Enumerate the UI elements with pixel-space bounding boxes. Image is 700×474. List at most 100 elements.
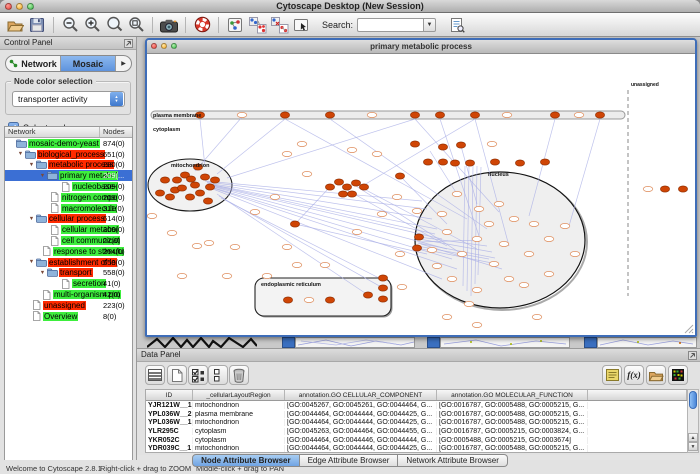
network-node-unselected[interactable] (472, 322, 482, 327)
network-node-unselected[interactable] (372, 151, 382, 156)
new-view-from-selection-icon[interactable] (268, 14, 290, 35)
network-node-selected[interactable] (378, 285, 387, 291)
select-attributes-icon[interactable] (188, 365, 208, 385)
background-window-fragment[interactable] (427, 337, 440, 348)
network-node-unselected[interactable] (352, 229, 362, 234)
network-node-unselected[interactable] (447, 276, 457, 281)
disclosure-triangle[interactable]: ▼ (38, 173, 47, 179)
layout-network-icon[interactable] (224, 14, 246, 35)
network-node-selected[interactable] (395, 173, 404, 179)
table-row[interactable]: YDR039C__1mitochondrion[GO:0044464, GO:0… (146, 444, 687, 453)
table-row[interactable]: YKR052Ccytoplasm[GO:0044464, GO:0044446,… (146, 436, 687, 445)
table-column-header[interactable]: _cellularLayoutRegion (193, 390, 285, 400)
network-node-unselected[interactable] (452, 191, 462, 196)
network-node-selected[interactable] (450, 160, 459, 166)
attribute-table[interactable]: ID_cellularLayoutRegionannotation.GO CEL… (145, 389, 688, 453)
network-node-unselected[interactable] (167, 230, 177, 235)
network-node-selected[interactable] (172, 177, 181, 183)
network-node-unselected[interactable] (237, 112, 247, 117)
float-panel-icon[interactable] (688, 351, 697, 360)
table-column-header[interactable]: annotation.GO CELLULAR_COMPONENT (285, 390, 437, 400)
network-node-selected[interactable] (465, 160, 474, 166)
network-node-unselected[interactable] (643, 186, 653, 191)
network-node-selected[interactable] (210, 177, 219, 183)
network-node-selected[interactable] (435, 112, 444, 118)
tree-row[interactable]: nitrogen compo209(0) (5, 192, 132, 203)
tree-row[interactable]: ▼primary metabol209(... (5, 170, 132, 181)
network-node-selected[interactable] (378, 296, 387, 302)
network-node-unselected[interactable] (297, 141, 307, 146)
tree-row[interactable]: secretion41(0) (5, 278, 132, 289)
network-node-unselected[interactable] (474, 206, 484, 211)
zoom-fit-icon[interactable] (103, 14, 125, 35)
network-node-unselected[interactable] (457, 251, 467, 256)
table-column-header[interactable]: annotation.GO MOLECULAR_FUNCTION (437, 390, 588, 400)
network-node-unselected[interactable] (432, 263, 442, 268)
network-node-selected[interactable] (290, 221, 299, 227)
network-node-selected[interactable] (325, 112, 334, 118)
network-node-selected[interactable] (660, 186, 669, 192)
network-node-unselected[interactable] (282, 151, 292, 156)
search-dropdown-arrow[interactable]: ▼ (423, 18, 436, 32)
network-node-unselected[interactable] (320, 262, 330, 267)
network-node-selected[interactable] (338, 191, 347, 197)
table-column-header[interactable]: ID (146, 390, 193, 400)
network-node-selected[interactable] (378, 275, 387, 281)
search-options-icon[interactable] (446, 14, 468, 35)
network-node-selected[interactable] (470, 112, 479, 118)
scrollbar-thumb[interactable] (689, 391, 697, 409)
network-node-unselected[interactable] (484, 221, 494, 226)
network-node-selected[interactable] (550, 112, 559, 118)
tree-row[interactable]: multi-organism pro42(0) (5, 289, 132, 300)
network-canvas[interactable]: plasma membranecytoplasmmitochondrionnuc… (147, 54, 695, 335)
disclosure-triangle[interactable]: ▼ (16, 151, 25, 157)
table-row[interactable]: YLR295Ccytoplasm[GO:0045263, GO:0044464,… (146, 427, 687, 436)
snapshot-camera-icon[interactable] (158, 14, 180, 35)
network-node-unselected[interactable] (442, 229, 452, 234)
network-node-selected[interactable] (195, 190, 204, 196)
save-icon[interactable] (26, 14, 48, 35)
zoom-out-icon[interactable] (59, 14, 81, 35)
network-node-unselected[interactable] (262, 273, 272, 278)
network-node-unselected[interactable] (574, 112, 584, 117)
new-network-from-selection-icon[interactable] (246, 14, 268, 35)
network-canvas-svg[interactable]: plasma membranecytoplasmmitochondrionnuc… (147, 54, 695, 335)
network-node-selected[interactable] (414, 234, 423, 240)
table-row[interactable]: YPL036W__1mitochondrion[GO:0044464, GO:0… (146, 418, 687, 427)
network-node-selected[interactable] (438, 144, 447, 150)
tree-row[interactable]: unassigned223(0) (5, 300, 132, 311)
network-node-selected[interactable] (438, 159, 447, 165)
network-node-unselected[interactable] (524, 251, 534, 256)
network-node-unselected[interactable] (570, 251, 580, 256)
disclosure-triangle[interactable]: ▼ (27, 162, 36, 168)
network-node-selected[interactable] (351, 180, 360, 186)
network-node-selected[interactable] (160, 177, 169, 183)
network-node-unselected[interactable] (544, 271, 554, 276)
open-file-icon[interactable] (4, 14, 26, 35)
tree-row[interactable]: ▼metabolic process280(0) (5, 160, 132, 171)
network-node-unselected[interactable] (427, 247, 437, 252)
network-node-unselected[interactable] (464, 301, 474, 306)
disclosure-triangle[interactable]: ▼ (27, 259, 36, 265)
background-window-fragment[interactable] (584, 337, 597, 348)
network-node-unselected[interactable] (519, 282, 529, 287)
zoom-in-icon[interactable] (81, 14, 103, 35)
network-node-selected[interactable] (280, 112, 289, 118)
window-resize-grip[interactable] (684, 324, 694, 334)
tree-row[interactable]: Overview8(0) (5, 311, 132, 322)
network-node-unselected[interactable] (509, 216, 519, 221)
tab-network-attribute-browser[interactable]: Network Attribute Browser (398, 454, 507, 467)
network-node-unselected[interactable] (367, 112, 377, 117)
network-node-selected[interactable] (595, 112, 604, 118)
network-node-selected[interactable] (186, 176, 195, 182)
network-node-unselected[interactable] (504, 276, 514, 281)
network-node-selected[interactable] (490, 159, 499, 165)
network-node-unselected[interactable] (397, 284, 407, 289)
help-lifesaver-icon[interactable] (191, 14, 213, 35)
network-node-selected[interactable] (155, 190, 164, 196)
network-node-selected[interactable] (165, 194, 174, 200)
network-node-unselected[interactable] (230, 244, 240, 249)
delete-attribute-icon[interactable] (229, 365, 249, 385)
network-node-unselected[interactable] (395, 251, 405, 256)
network-node-selected[interactable] (283, 297, 292, 303)
